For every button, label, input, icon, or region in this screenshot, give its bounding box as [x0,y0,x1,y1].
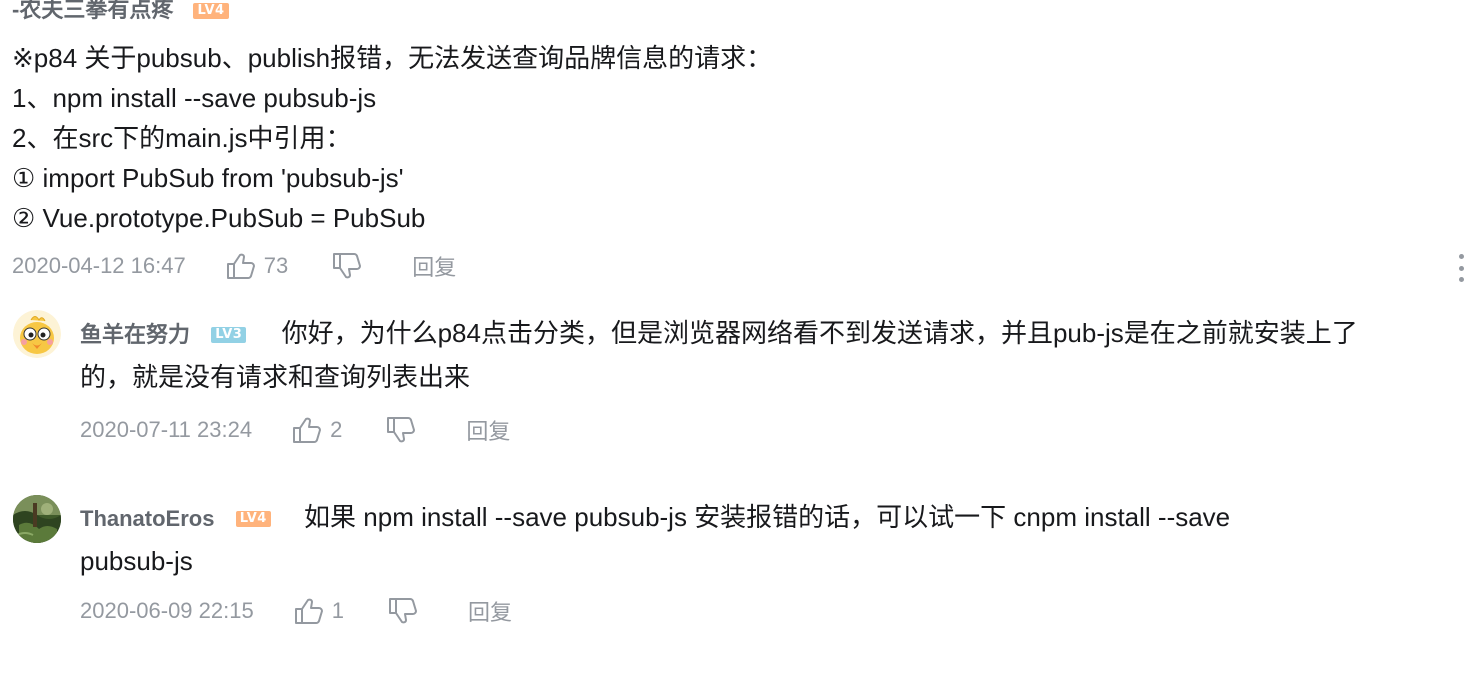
reply-info: 2020-07-11 23:24 2 回复 [80,414,510,446]
comment-time: 2020-06-09 22:15 [80,598,254,623]
comment-time: 2020-04-12 16:47 [12,253,186,278]
reply-button[interactable]: 回复 [412,250,456,282]
top-comment-header: -农夫三拳有点疼 LV4 [12,0,229,24]
top-comment-username[interactable]: -农夫三拳有点疼 [12,0,173,22]
level-badge: LV4 [235,511,271,528]
reply-avatar[interactable] [13,310,61,358]
reply-avatar[interactable] [13,495,61,543]
more-options-icon[interactable] [1456,254,1466,282]
top-comment-info: 2020-04-12 16:47 73 回复 [12,250,456,282]
thumbs-up-icon [293,417,322,443]
thumbs-up-icon [226,253,255,279]
yellow-chick-avatar-icon [13,310,61,358]
comment-line: ② Vue.prototype.PubSub = PubSub [12,203,426,233]
reply-username[interactable]: 鱼羊在努力 [80,322,190,347]
dislike-button[interactable] [386,416,416,444]
reply-button[interactable]: 回复 [466,414,510,446]
reply-text-line: 如果 npm install --save pubsub-js 安装报错的话，可… [304,502,1231,532]
top-comment-content: ※p84 关于pubsub、publish报错，无法发送查询品牌信息的请求： 1… [12,38,772,238]
reply-text-line: pubsub-js [80,546,193,576]
comment-line: ① import PubSub from 'pubsub-js' [12,163,404,193]
like-button[interactable]: 2 [292,416,342,444]
thumbs-down-icon [333,253,362,279]
thumbs-down-icon [387,417,416,443]
reply-content: ThanatoEros LV4 如果 npm install --save pu… [80,496,1465,582]
reply-info: 2020-06-09 22:15 1 回复 [80,595,512,627]
reply-text-line: 的，就是没有请求和查询列表出来 [80,362,471,392]
reply-button[interactable]: 回复 [468,595,512,627]
dislike-button[interactable] [388,597,418,625]
like-count: 1 [331,598,344,623]
level-badge: LV4 [193,3,229,20]
like-count: 2 [330,417,343,442]
comment-time: 2020-07-11 23:24 [80,417,253,442]
like-button[interactable]: 73 [226,252,288,280]
like-count: 73 [263,253,289,278]
reply-text-line: 你好，为什么p84点击分类，但是浏览器网络看不到发送请求，并且pub-js是在之… [281,318,1358,348]
like-button[interactable]: 1 [294,597,344,625]
thumbs-up-icon [294,598,323,624]
dislike-button[interactable] [332,252,362,280]
comment-line: 1、npm install --save pubsub-js [12,83,377,113]
reply-username[interactable]: ThanatoEros [80,506,214,531]
reply-content: 鱼羊在努力 LV3 你好，为什么p84点击分类，但是浏览器网络看不到发送请求，并… [80,312,1465,398]
level-badge: LV3 [211,327,247,344]
comment-line: ※p84 关于pubsub、publish报错，无法发送查询品牌信息的请求： [12,43,773,73]
thumbs-down-icon [388,598,417,624]
comment-line: 2、在src下的main.js中引用： [12,123,352,153]
forest-photo-avatar-icon [13,495,61,543]
